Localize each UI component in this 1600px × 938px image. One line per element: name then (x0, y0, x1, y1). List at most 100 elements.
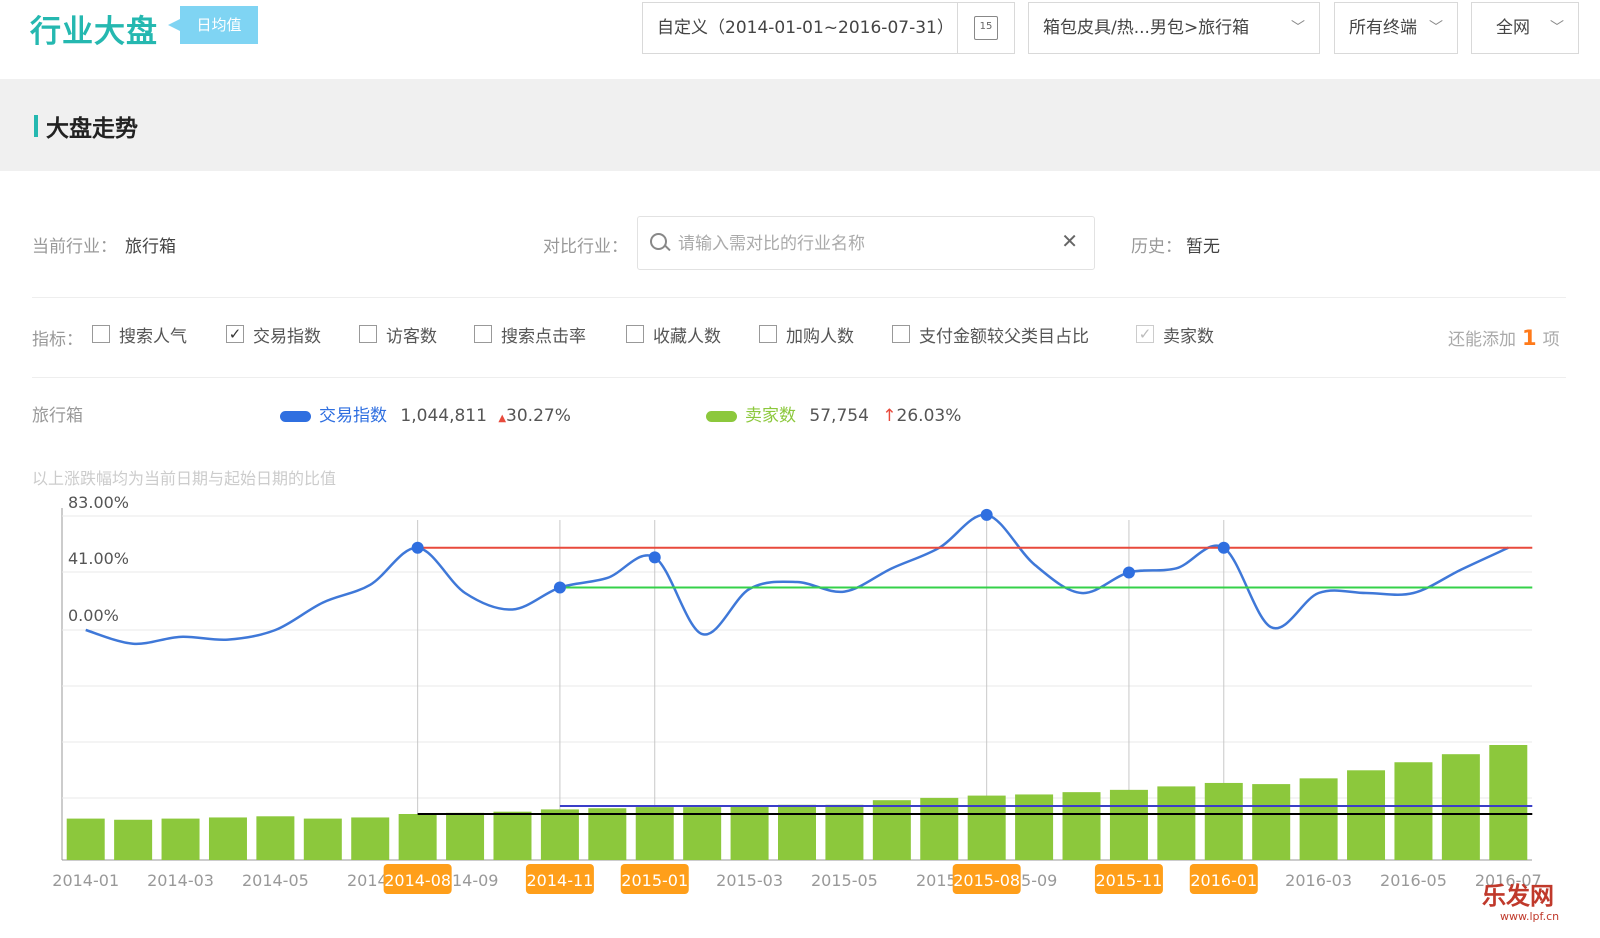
category-dropdown[interactable]: 箱包皮具/热...男包>旅行箱 ﹀ (1028, 2, 1320, 54)
network-text: 全网 (1496, 3, 1530, 53)
checkbox[interactable] (759, 325, 777, 343)
compare-industry-search[interactable]: ✕ (637, 216, 1095, 270)
add-more-suffix: 项 (1543, 330, 1560, 350)
divider (32, 297, 1566, 298)
legend-value: 1,044,811 (400, 406, 487, 426)
x-tick-label: 2014-01 (52, 871, 119, 890)
legend-swatch-blue (280, 411, 311, 422)
divider (32, 377, 1566, 378)
compare-industry-label: 对比行业： (543, 232, 628, 257)
category-text: 箱包皮具/热...男包>旅行箱 (1043, 3, 1249, 53)
bar-sellers (114, 820, 152, 860)
bar-sellers (683, 807, 721, 860)
highlight-date-label: 2014-11 (526, 871, 593, 890)
bar-sellers (67, 819, 105, 860)
highlight-date-label: 2015-11 (1096, 871, 1163, 890)
bar-sellers (399, 814, 437, 860)
checkbox[interactable] (359, 325, 377, 343)
section-title: 大盘走势 (46, 109, 138, 143)
legend-industry: 旅行箱 (32, 401, 83, 426)
watermark-logo: 乐发网 (1482, 876, 1554, 911)
section-header: 大盘走势 (0, 79, 1600, 171)
bar-sellers (209, 817, 247, 860)
add-more-prefix: 还能添加 (1448, 330, 1516, 350)
bar-sellers (1442, 754, 1480, 860)
daily-average-badge[interactable]: 日均值 (180, 6, 258, 44)
highlight-point (1123, 566, 1135, 578)
checkbox[interactable] (626, 325, 644, 343)
metric-label: 交易指数 (253, 322, 321, 347)
y-tick-label: 41.00% (68, 549, 129, 568)
bar-sellers (256, 816, 294, 860)
highlight-date-label: 2015-01 (621, 871, 688, 890)
current-industry-value: 旅行箱 (125, 232, 176, 257)
bar-sellers (1063, 792, 1101, 860)
highlight-date-label: 2016-01 (1190, 871, 1257, 890)
legend-value: 57,754 (809, 406, 868, 426)
compare-industry-input[interactable] (676, 229, 1060, 259)
legend-trade-index[interactable]: 交易指数 1,044,811 ▲30.27% (280, 401, 571, 426)
legend-swatch-green (706, 411, 737, 422)
bar-sellers (588, 808, 626, 860)
current-industry-label: 当前行业： (32, 232, 117, 257)
terminal-dropdown[interactable]: 所有终端 ﹀ (1334, 2, 1458, 54)
section-accent-bar (34, 115, 38, 137)
bar-sellers (1015, 794, 1053, 860)
legend-name: 交易指数 (319, 406, 387, 426)
add-more-count: 1 (1522, 326, 1537, 350)
bar-sellers (162, 819, 200, 860)
metrics-label: 指标： (32, 325, 83, 350)
search-icon (650, 233, 667, 250)
add-more-hint: 还能添加 1项 (1448, 325, 1560, 350)
bar-sellers (351, 817, 389, 860)
history-value: 暂无 (1186, 232, 1220, 257)
legend-name: 卖家数 (745, 406, 796, 426)
chevron-down-icon: ﹀ (1429, 3, 1443, 53)
bar-sellers (1489, 745, 1527, 860)
date-range-picker[interactable]: 自定义（2014-01-01~2016-07-31） 15 (642, 2, 1015, 54)
bar-sellers (446, 813, 484, 860)
chevron-down-icon: ﹀ (1291, 3, 1305, 53)
x-tick-label: 2016-05 (1380, 871, 1447, 890)
checkbox[interactable] (892, 325, 910, 343)
x-tick-label: 2014-03 (147, 871, 214, 890)
bar-sellers (1157, 786, 1195, 860)
date-range-text: 自定义（2014-01-01~2016-07-31） (657, 3, 954, 53)
bar-sellers (1347, 770, 1385, 860)
bar-sellers (1205, 783, 1243, 860)
checkbox-checked[interactable]: ✓ (226, 325, 244, 343)
metric-label: 加购人数 (786, 322, 854, 347)
highlight-point (1218, 542, 1230, 554)
bar-sellers (873, 800, 911, 860)
highlight-date-label: 2015-08 (953, 871, 1020, 890)
checkbox-checked[interactable]: ✓ (1136, 325, 1154, 343)
bar-sellers (1110, 790, 1148, 860)
line-trade-index (86, 515, 1509, 644)
metric-label: 支付金额较父类目占比 (919, 322, 1089, 347)
y-tick-label: 83.00% (68, 493, 129, 512)
legend-change: 30.27% (506, 406, 571, 426)
y-tick-label: 0.00% (68, 606, 119, 625)
bar-sellers (1252, 784, 1290, 860)
metric-label: 搜索点击率 (501, 322, 586, 347)
close-icon[interactable]: ✕ (1061, 229, 1078, 253)
calendar-icon[interactable]: 15 (974, 16, 998, 40)
bar-sellers (493, 812, 531, 860)
checkbox[interactable] (92, 325, 110, 343)
highlight-point (412, 542, 424, 554)
bar-sellers (920, 798, 958, 860)
top-bar: 行业大盘 日均值 自定义（2014-01-01~2016-07-31） 15 箱… (0, 0, 1600, 78)
metric-label: 卖家数 (1163, 322, 1214, 347)
legend-sellers[interactable]: 卖家数 57,754 ↑26.03% (706, 401, 961, 426)
highlight-point (649, 551, 661, 563)
network-dropdown[interactable]: 全网 ﹀ (1471, 2, 1579, 54)
x-tick-label: 2015-03 (716, 871, 783, 890)
metric-label: 访客数 (386, 322, 437, 347)
metric-label: 收藏人数 (653, 322, 721, 347)
checkbox[interactable] (474, 325, 492, 343)
bar-sellers (1394, 762, 1432, 860)
highlight-point (554, 582, 566, 594)
bar-sellers (636, 807, 674, 860)
date-picker-divider (957, 3, 958, 53)
x-tick-label: 2016-03 (1285, 871, 1352, 890)
